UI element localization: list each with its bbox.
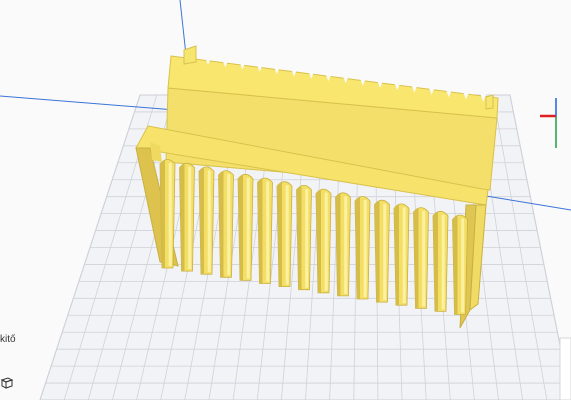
ridge-cylinder <box>315 188 332 294</box>
side-toolbar-edge <box>559 337 571 400</box>
ridge-cylinder <box>296 185 312 291</box>
ridge-cylinder <box>159 159 176 269</box>
scene-reference-line <box>179 0 187 56</box>
view-cube-icon[interactable] <box>0 376 14 390</box>
ridge-cylinder <box>276 181 293 287</box>
ridge-cylinder <box>452 214 468 315</box>
ridge-cylinder <box>335 192 351 297</box>
ridge-cylinder <box>393 203 410 306</box>
ridge-cylinder <box>354 196 371 300</box>
ridge-cylinder <box>198 166 215 275</box>
ridge-cylinder <box>413 207 429 309</box>
ridge-cylinder <box>237 173 254 281</box>
ridge-cylinder <box>179 162 195 272</box>
ridge-cylinder <box>257 177 273 284</box>
ridge-cylinder <box>218 170 234 278</box>
axis-gizmo-icon <box>540 98 557 148</box>
sidebar-partial-label: kitő <box>0 334 16 345</box>
ridge-cylinder <box>432 210 449 312</box>
3d-viewport[interactable] <box>0 0 571 400</box>
ridge-cylinder <box>374 199 390 303</box>
